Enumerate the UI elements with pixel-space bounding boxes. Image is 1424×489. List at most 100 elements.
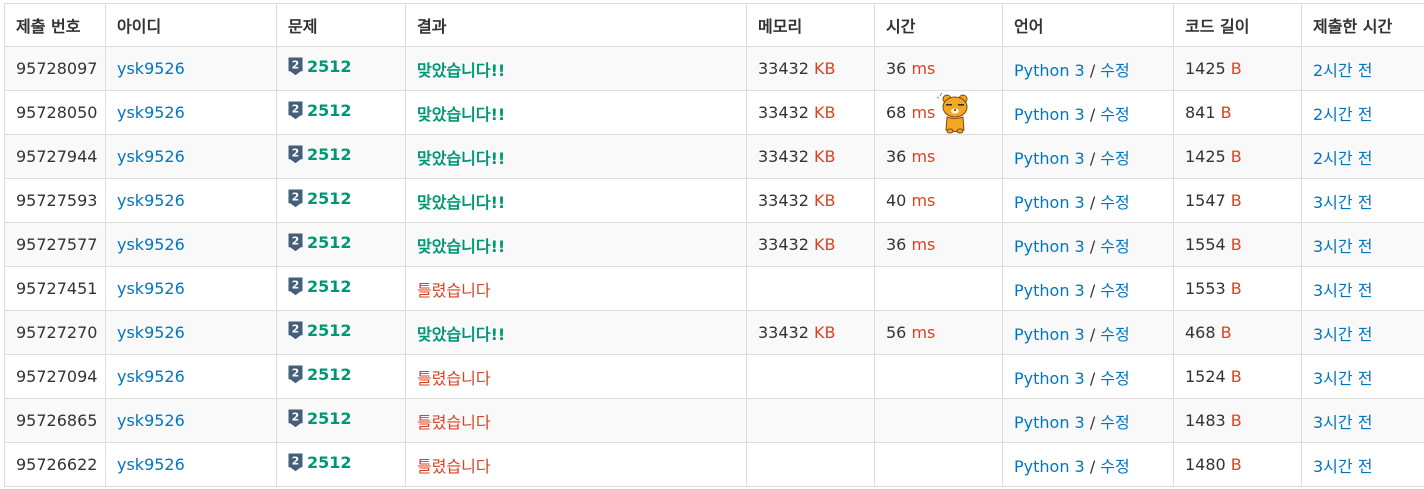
edit-link[interactable]: 수정 xyxy=(1100,281,1129,300)
header-result: 결과 xyxy=(405,3,747,47)
header-language: 언어 xyxy=(1002,3,1174,47)
submitted-time-link[interactable]: 3시간 전 xyxy=(1313,369,1372,388)
code-length-value[interactable]: 468 xyxy=(1185,323,1216,342)
problem-link[interactable]: 2 2512 xyxy=(288,57,352,77)
edit-link[interactable]: 수정 xyxy=(1100,61,1129,80)
result-text[interactable]: 틀렸습니다 xyxy=(417,413,491,432)
code-length-unit: B xyxy=(1225,367,1242,386)
problem-link[interactable]: 2 2512 xyxy=(288,233,352,253)
memory-value: 33432 xyxy=(758,59,809,78)
submitted-time-link[interactable]: 2시간 전 xyxy=(1313,61,1372,80)
submission-status-table: 제출 번호 아이디 문제 결과 메모리 시간 언어 코드 길이 제출한 시간 9… xyxy=(4,3,1424,487)
language-link[interactable]: Python 3 xyxy=(1014,413,1085,432)
problem-link[interactable]: 2 2512 xyxy=(288,365,352,385)
submission-id: 95727451 xyxy=(4,266,106,311)
user-link[interactable]: ysk9526 xyxy=(117,191,185,210)
memory-value: 33432 xyxy=(758,103,809,122)
submission-id: 95727094 xyxy=(4,354,106,399)
result-text[interactable]: 틀렸습니다 xyxy=(417,281,491,300)
language-link[interactable]: Python 3 xyxy=(1014,325,1085,344)
edit-link[interactable]: 수정 xyxy=(1100,237,1129,256)
problem-link[interactable]: 2 2512 xyxy=(288,189,352,209)
code-length-value[interactable]: 1425 xyxy=(1185,147,1226,166)
code-length-value[interactable]: 1483 xyxy=(1185,411,1226,430)
language-link[interactable]: Python 3 xyxy=(1014,457,1085,476)
result-text[interactable]: 맞았습니다!! xyxy=(417,193,505,212)
edit-link[interactable]: 수정 xyxy=(1100,193,1129,212)
language-link[interactable]: Python 3 xyxy=(1014,237,1085,256)
user-link[interactable]: ysk9526 xyxy=(117,147,185,166)
problem-link[interactable]: 2 2512 xyxy=(288,321,352,341)
code-length-value[interactable]: 1524 xyxy=(1185,367,1226,386)
code-length-unit: B xyxy=(1225,191,1242,210)
submitted-time-link[interactable]: 3시간 전 xyxy=(1313,413,1372,432)
language-link[interactable]: Python 3 xyxy=(1014,61,1085,80)
problem-link[interactable]: 2 2512 xyxy=(288,453,352,473)
code-length-value[interactable]: 841 xyxy=(1185,103,1216,122)
submitted-time-link[interactable]: 3시간 전 xyxy=(1313,281,1372,300)
language-separator: / xyxy=(1084,280,1101,300)
header-problem: 문제 xyxy=(276,3,406,47)
problem-link[interactable]: 2 2512 xyxy=(288,409,352,429)
language-link[interactable]: Python 3 xyxy=(1014,105,1085,124)
time-value: 36 xyxy=(886,147,907,166)
problem-link[interactable]: 2 2512 xyxy=(288,145,352,165)
result-text[interactable]: 맞았습니다!! xyxy=(417,149,505,168)
code-length-value[interactable]: 1425 xyxy=(1185,59,1226,78)
submitted-time-link[interactable]: 3시간 전 xyxy=(1313,457,1372,476)
submitted-time-link[interactable]: 3시간 전 xyxy=(1313,237,1372,256)
result-text[interactable]: 맞았습니다!! xyxy=(417,237,505,256)
svg-text:2: 2 xyxy=(292,322,300,335)
svg-text:2: 2 xyxy=(292,190,300,203)
submission-id: 95726865 xyxy=(4,398,106,443)
language-link[interactable]: Python 3 xyxy=(1014,149,1085,168)
user-link[interactable]: ysk9526 xyxy=(117,103,185,122)
svg-text:2: 2 xyxy=(292,146,300,159)
edit-link[interactable]: 수정 xyxy=(1100,413,1129,432)
language-link[interactable]: Python 3 xyxy=(1014,193,1085,212)
language-separator: / xyxy=(1084,148,1101,168)
code-length-value[interactable]: 1553 xyxy=(1185,279,1226,298)
code-length-unit: B xyxy=(1215,323,1232,342)
submitted-time-link[interactable]: 3시간 전 xyxy=(1313,325,1372,344)
result-text[interactable]: 맞았습니다!! xyxy=(417,105,505,124)
submission-rows: 95728097 ysk9526 2 2512 맞았습니다!! 33432 KB… xyxy=(4,46,1424,487)
user-link[interactable]: ysk9526 xyxy=(117,455,185,474)
edit-link[interactable]: 수정 xyxy=(1100,369,1129,388)
problem-link[interactable]: 2 2512 xyxy=(288,277,352,297)
time-value: 36 xyxy=(886,59,907,78)
result-text[interactable]: 맞았습니다!! xyxy=(417,325,505,344)
edit-link[interactable]: 수정 xyxy=(1100,325,1129,344)
edit-link[interactable]: 수정 xyxy=(1100,105,1129,124)
user-link[interactable]: ysk9526 xyxy=(117,279,185,298)
submission-id: 95727593 xyxy=(4,178,106,223)
submitted-time-link[interactable]: 3시간 전 xyxy=(1313,193,1372,212)
code-length-unit: B xyxy=(1225,235,1242,254)
user-link[interactable]: ysk9526 xyxy=(117,411,185,430)
edit-link[interactable]: 수정 xyxy=(1100,149,1129,168)
result-text[interactable]: 틀렸습니다 xyxy=(417,369,491,388)
problem-number: 2512 xyxy=(307,101,352,120)
memory-unit: KB xyxy=(808,103,836,122)
language-link[interactable]: Python 3 xyxy=(1014,369,1085,388)
user-link[interactable]: ysk9526 xyxy=(117,367,185,386)
submission-id: 95727270 xyxy=(4,310,106,355)
code-length-value[interactable]: 1480 xyxy=(1185,455,1226,474)
result-text[interactable]: 맞았습니다!! xyxy=(417,61,505,80)
user-link[interactable]: ysk9526 xyxy=(117,59,185,78)
code-length-value[interactable]: 1547 xyxy=(1185,191,1226,210)
edit-link[interactable]: 수정 xyxy=(1100,457,1129,476)
language-separator: / xyxy=(1084,236,1101,256)
language-separator: / xyxy=(1084,368,1101,388)
problem-number: 2512 xyxy=(307,409,352,428)
code-length-value[interactable]: 1554 xyxy=(1185,235,1226,254)
user-link[interactable]: ysk9526 xyxy=(117,235,185,254)
problem-link[interactable]: 2 2512 xyxy=(288,101,352,121)
result-text[interactable]: 틀렸습니다 xyxy=(417,457,491,476)
user-link[interactable]: ysk9526 xyxy=(117,323,185,342)
submitted-time-link[interactable]: 2시간 전 xyxy=(1313,149,1372,168)
language-separator: / xyxy=(1084,60,1101,80)
submitted-time-link[interactable]: 2시간 전 xyxy=(1313,105,1372,124)
svg-text:2: 2 xyxy=(292,366,300,379)
language-link[interactable]: Python 3 xyxy=(1014,281,1085,300)
